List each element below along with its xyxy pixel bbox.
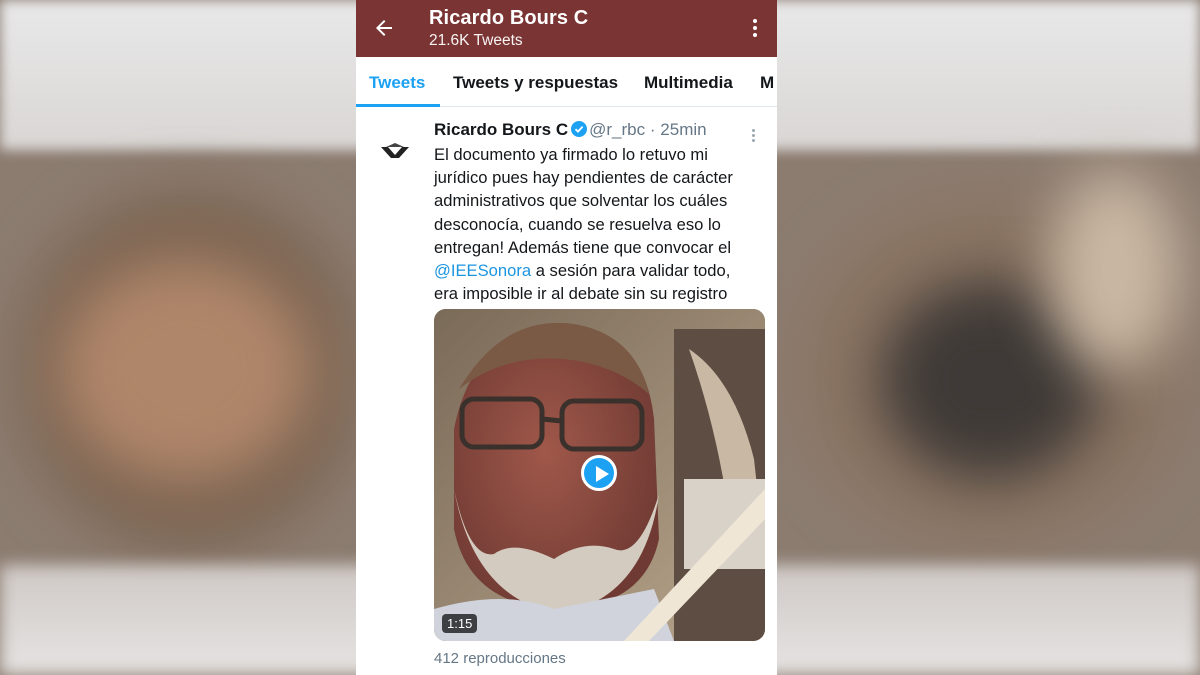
back-arrow-icon[interactable] <box>372 16 396 40</box>
video-duration: 1:15 <box>442 614 478 633</box>
profile-tabs: Tweets Tweets y respuestas Multimedia M <box>356 57 777 107</box>
tweet-text-line: era imposible ir al debate sin su regist… <box>434 284 728 304</box>
background-blob <box>1050 170 1180 370</box>
tweet-options-icon[interactable] <box>752 129 756 144</box>
verified-badge-icon <box>571 121 588 137</box>
play-button[interactable] <box>581 455 617 491</box>
author-name[interactable]: Ricardo Bours C <box>434 120 568 139</box>
tweet-count: 21.6K Tweets <box>429 32 523 49</box>
tweet-text-line: jurídico pues hay pendientes de carácter <box>434 168 733 188</box>
tweet-header: Ricardo Bours C @r_rbc · 25min <box>434 119 766 141</box>
tweet-text-line: El documento ya firmado lo retuvo mi <box>434 145 708 164</box>
tweet-body: Ricardo Bours C @r_rbc · 25min El documen… <box>434 119 766 305</box>
avatar[interactable] <box>380 143 410 159</box>
mention-link[interactable]: @IEESonora <box>434 261 531 280</box>
background-blob <box>60 260 310 480</box>
tab-tweets-replies[interactable]: Tweets y respuestas <box>453 73 618 93</box>
view-count: 412 reproducciones <box>434 650 566 667</box>
tweet-text-line: entregan! Además tiene que convocar el <box>434 237 732 257</box>
tweet-text-line: administrativos que solventar los cuáles <box>434 191 728 211</box>
tweet-text-line: @IEESonora a sesión para validar todo, <box>434 259 764 282</box>
more-vertical-icon[interactable] <box>751 16 759 40</box>
tab-more[interactable]: M <box>760 73 774 93</box>
header-title-group: Ricardo Bours C 21.6K Tweets <box>429 7 588 50</box>
profile-title: Ricardo Bours C <box>429 7 589 29</box>
tab-media[interactable]: Multimedia <box>644 73 733 93</box>
tweet-text-fragment: a sesión para validar todo, <box>531 261 731 281</box>
video-player[interactable]: 1:15 <box>434 309 765 641</box>
tweet-text: El documento ya firmado lo retuvo mi jur… <box>434 143 764 305</box>
meta-separator: · <box>649 120 656 139</box>
author-handle[interactable]: @r_rbc <box>589 120 645 139</box>
tweet-card[interactable]: Ricardo Bours C @r_rbc · 25min El documen… <box>356 107 777 675</box>
profile-header: Ricardo Bours C 21.6K Tweets <box>356 0 777 57</box>
tweet-text-line: desconocía, cuando se resuelva eso lo <box>434 214 721 234</box>
phone-screen: Ricardo Bours C 21.6K Tweets Tweets Twee… <box>356 0 777 675</box>
tab-tweets[interactable]: Tweets <box>369 73 425 93</box>
tweet-time: 25min <box>660 120 707 139</box>
